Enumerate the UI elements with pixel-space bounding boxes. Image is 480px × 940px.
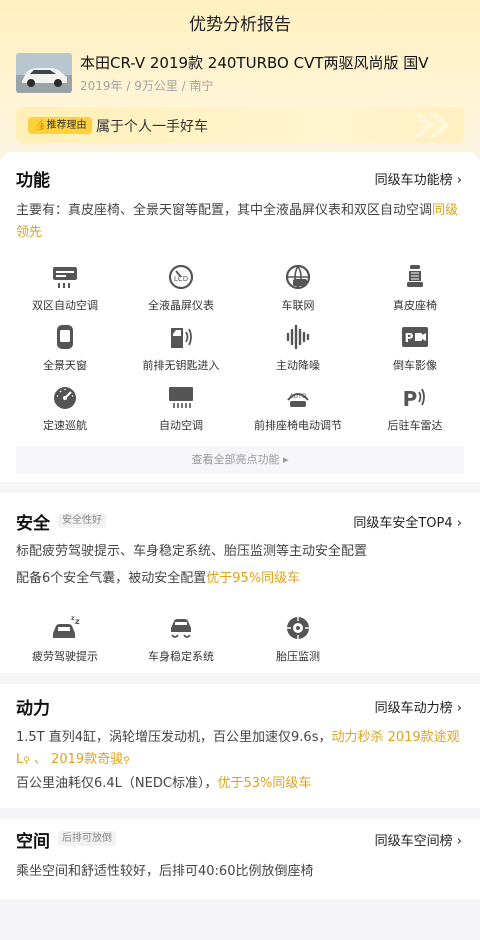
- space-title: 空间: [16, 832, 50, 852]
- power-description-engine: 1.5T 直列4缸，涡轮增压发动机，百公里加速仅9.6s，动力秒杀 2019款途…: [16, 730, 460, 767]
- space-description: 乘坐空间和舒适性较好，后排可40:60比例放倒座椅: [16, 864, 314, 879]
- recommend-reason-bar: 👍推荐理由 属于个人一手好车: [16, 107, 464, 143]
- fatigue-alert-icon: zz: [53, 615, 80, 638]
- space-rank-link[interactable]: 同级车空间榜 ›: [375, 830, 462, 849]
- power-description-fuel: 百公里油耗仅6.4L（NEDC标准），优于53%同级车: [16, 776, 312, 791]
- safety-section: 安全 安全性好 同级车安全TOP4 › 标配疲劳驾驶提示、车身稳定系统、胎压监测…: [0, 493, 480, 673]
- noise-cancel-icon: [286, 324, 310, 350]
- feature-dual-zone-ac: 双区自动空调: [10, 264, 120, 313]
- feature-active-noise-cancel: 主动降噪: [243, 324, 353, 373]
- feature-leather-seat: 真皮座椅: [360, 264, 470, 313]
- search-icon: ⚲: [23, 756, 30, 766]
- thumbs-up-icon: 👍: [34, 120, 47, 131]
- svg-text:P: P: [403, 387, 418, 410]
- safety-description-active: 标配疲劳驾驶提示、车身稳定系统、胎压监测等主动安全配置: [16, 544, 368, 559]
- cruise-control-icon: [54, 387, 76, 409]
- svg-text:P: P: [405, 331, 414, 345]
- double-chevron-decoration-icon: [412, 113, 450, 137]
- function-title: 功能: [16, 171, 50, 191]
- tire-pressure-icon: [287, 617, 309, 639]
- panoramic-sunroof-icon: [57, 325, 73, 349]
- safety-rank-link[interactable]: 同级车安全TOP4 ›: [353, 512, 462, 531]
- keyless-entry-icon: [171, 328, 192, 348]
- svg-text:z: z: [75, 617, 80, 626]
- function-description: 主要有：真皮座椅、全景天窗等配置，其中全液晶屏仪表和双区自动空调同级领先: [16, 203, 459, 240]
- feature-keyless-entry: 前排无钥匙进入: [126, 324, 236, 373]
- feature-parking-radar: P 后驻车雷达: [360, 384, 470, 433]
- recommend-reason-text: 属于个人一手好车: [96, 119, 208, 135]
- feature-lcd-dashboard: LCD 全液晶屏仪表: [126, 264, 236, 313]
- feature-fatigue-alert: zz 疲劳驾驶提示: [32, 615, 98, 663]
- feature-auto-ac: 自动空调: [126, 384, 236, 433]
- function-section: 功能 同级车功能榜 › 主要有：真皮座椅、全景天窗等配置，其中全液晶屏仪表和双区…: [0, 152, 480, 482]
- stability-control-icon: [171, 619, 191, 638]
- safety-tag: 安全性好: [58, 513, 106, 528]
- feature-power-seat: AUTO 前排座椅电动调节: [243, 384, 353, 433]
- space-section: 空间 后排可放倒 同级车空间榜 › 乘坐空间和舒适性较好，后排可40:60比例放…: [0, 819, 480, 899]
- page-title: 优势分析报告: [189, 15, 291, 35]
- safety-description-passive: 配备6个安全气囊，被动安全配置优于95%同级车: [16, 571, 301, 586]
- recommend-reason-badge: 👍推荐理由: [28, 117, 93, 134]
- dual-zone-ac-icon: [53, 267, 77, 288]
- car-meta-info: 2019年 / 9万公里 / 南宁: [80, 79, 214, 93]
- power-seat-icon: AUTO: [287, 393, 309, 407]
- car-model-name: 本田CR-V 2019款 240TURBO CVT两驱风尚版 国V: [80, 54, 429, 72]
- feature-connected-car: 车联网: [243, 264, 353, 313]
- feature-tire-pressure: 胎压监测: [243, 615, 353, 664]
- power-title: 动力: [16, 699, 50, 719]
- compare-link-x-trail[interactable]: 2019款奇骏⚲: [51, 752, 130, 767]
- safety-title: 安全: [16, 514, 50, 534]
- svg-text:AUTO: AUTO: [290, 393, 307, 400]
- reverse-camera-icon: P: [402, 327, 428, 347]
- power-section: 动力 同级车动力榜 › 1.5T 直列4缸，涡轮增压发动机，百公里加速仅9.6s…: [0, 684, 480, 808]
- auto-ac-icon: [169, 387, 193, 408]
- power-rank-link[interactable]: 同级车动力榜 ›: [375, 697, 462, 716]
- function-rank-link[interactable]: 同级车功能榜 ›: [375, 169, 462, 188]
- view-all-features-button[interactable]: 查看全部亮点功能 ▸: [16, 446, 464, 474]
- parking-radar-icon: P: [403, 387, 425, 410]
- search-icon: ⚲: [123, 756, 130, 766]
- connected-car-icon: [285, 264, 311, 290]
- feature-reverse-camera: P 倒车影像: [360, 324, 470, 373]
- leather-seat-icon: [407, 265, 423, 287]
- feature-stability-control: 车身稳定系统: [126, 615, 236, 664]
- lcd-dashboard-icon: LCD: [168, 264, 194, 290]
- svg-text:z: z: [71, 615, 75, 622]
- car-thumbnail[interactable]: [16, 53, 72, 93]
- feature-cruise-control: 定速巡航: [10, 384, 120, 433]
- feature-panoramic-sunroof: 全景天窗: [10, 324, 120, 373]
- space-tag: 后排可放倒: [58, 831, 116, 846]
